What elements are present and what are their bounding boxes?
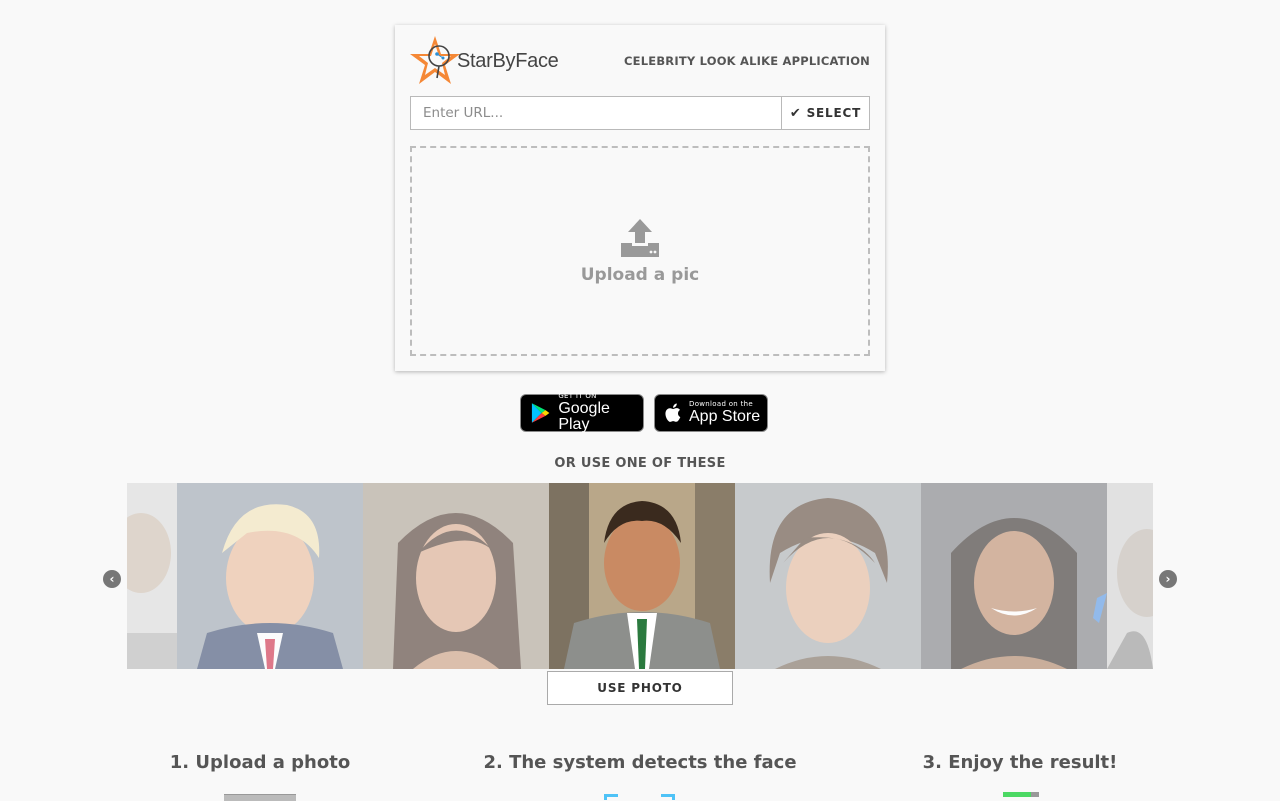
example-photos-carousel — [127, 483, 1153, 669]
step-1-title: 1. Upload a photo — [169, 752, 351, 773]
example-photo[interactable] — [735, 483, 921, 669]
url-form: ✔ SELECT — [410, 96, 870, 130]
chevron-right-icon: › — [1165, 572, 1171, 586]
step-3-illustration — [1003, 792, 1039, 800]
example-photo[interactable] — [1107, 483, 1153, 669]
example-photo[interactable] — [921, 483, 1107, 669]
logo-text: StarByFace — [457, 49, 559, 72]
step-2-illustration-left — [604, 794, 618, 800]
google-play-button[interactable]: GET IT ON Google Play — [520, 392, 644, 433]
logo[interactable]: StarByFace — [409, 34, 559, 88]
carousel-next-button[interactable]: › — [1159, 570, 1177, 588]
use-photo-button[interactable]: USE PHOTO — [547, 671, 733, 705]
step-3-title: 3. Enjoy the result! — [922, 752, 1118, 773]
example-photo[interactable] — [127, 483, 177, 669]
example-photo[interactable] — [177, 483, 363, 669]
step-2-title: 2. The system detects the face — [483, 752, 797, 773]
upload-card: StarByFace CELEBRITY LOOK ALIKE APPLICAT… — [395, 25, 885, 371]
select-button-label: SELECT — [806, 106, 862, 120]
check-icon: ✔ — [789, 105, 802, 121]
url-input[interactable] — [410, 96, 781, 130]
chevron-left-icon: ‹ — [109, 572, 115, 586]
google-play-small: GET IT ON — [558, 392, 597, 400]
examples-heading: OR USE ONE OF THESE — [554, 456, 726, 471]
carousel-prev-button[interactable]: ‹ — [103, 570, 121, 588]
example-photo[interactable] — [363, 483, 549, 669]
upload-icon — [621, 219, 659, 257]
app-store-big: App Store — [689, 408, 761, 425]
app-store-button[interactable]: Download on the App Store — [654, 394, 768, 432]
step-2-illustration-right — [661, 794, 675, 800]
app-store-small: Download on the — [689, 400, 753, 408]
tagline: CELEBRITY LOOK ALIKE APPLICATION — [624, 54, 870, 68]
select-button[interactable]: ✔ SELECT — [781, 96, 870, 130]
google-play-icon — [531, 403, 550, 423]
starbyface-logo-icon — [410, 36, 460, 84]
example-photo-selected[interactable] — [549, 483, 735, 669]
upload-label: Upload a pic — [580, 265, 700, 285]
google-play-big: Google Play — [558, 400, 610, 433]
apple-icon — [665, 403, 681, 422]
upload-dropzone[interactable]: Upload a pic — [410, 146, 870, 356]
